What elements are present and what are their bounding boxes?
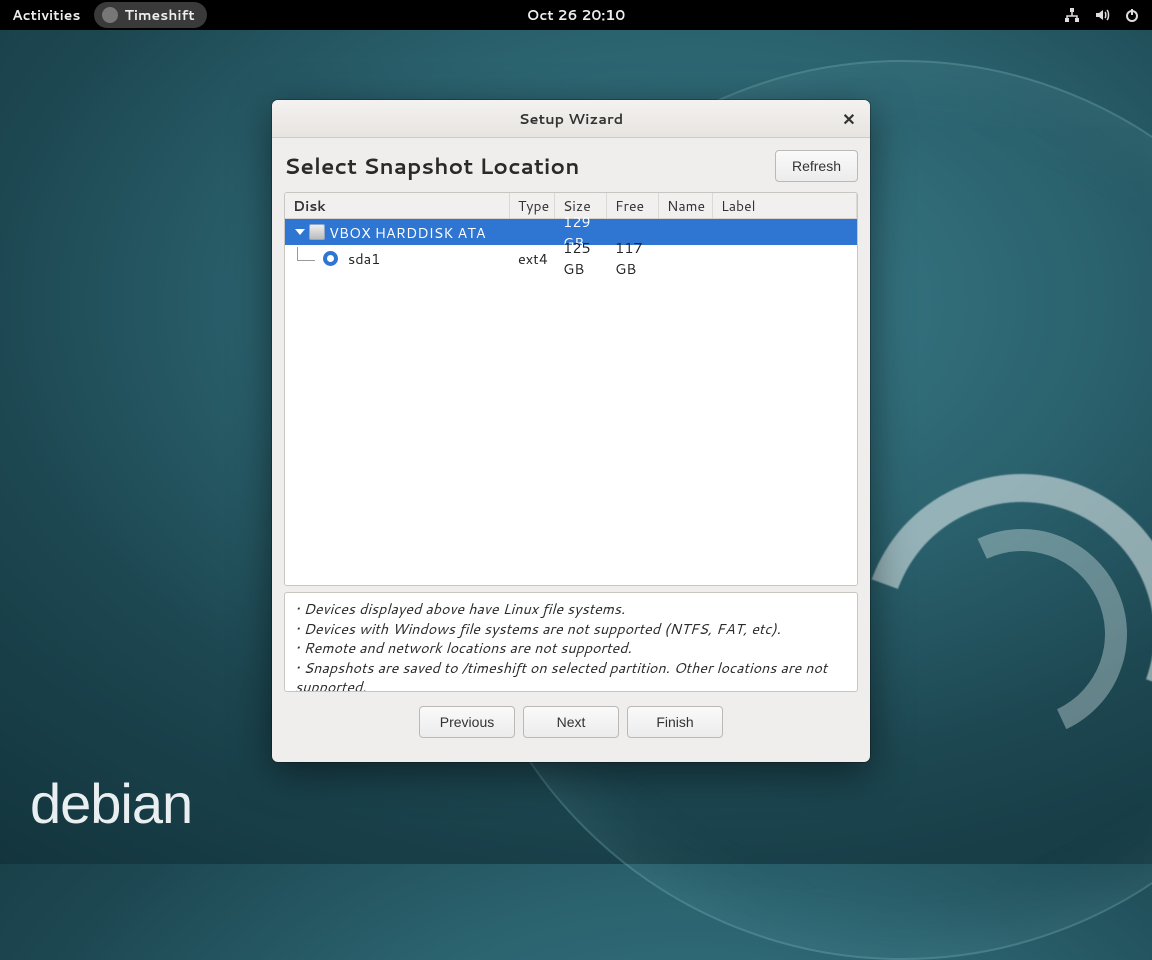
col-type[interactable]: Type bbox=[510, 193, 555, 218]
expand-icon bbox=[295, 229, 305, 235]
titlebar[interactable]: Setup Wizard ✕ bbox=[272, 100, 870, 138]
close-icon[interactable]: ✕ bbox=[838, 108, 860, 130]
previous-button[interactable]: Previous bbox=[419, 706, 515, 738]
finish-button[interactable]: Finish bbox=[627, 706, 723, 738]
refresh-button[interactable]: Refresh bbox=[775, 150, 858, 182]
col-free[interactable]: Free bbox=[607, 193, 659, 218]
volume-icon[interactable] bbox=[1094, 7, 1110, 23]
harddisk-icon bbox=[309, 224, 325, 240]
gnome-topbar: Activities Timeshift Oct 26 20:10 bbox=[0, 0, 1152, 30]
disk-tree: Disk Type Size Free Name Label VBOX HARD… bbox=[284, 192, 858, 586]
page-heading: Select Snapshot Location bbox=[284, 151, 765, 182]
partition-free: 117 GB bbox=[607, 237, 659, 279]
partition-size: 125 GB bbox=[555, 237, 607, 279]
app-menu-label: Timeshift bbox=[124, 5, 194, 25]
partition-type: ext4 bbox=[510, 248, 555, 269]
radio-selected-icon[interactable] bbox=[323, 251, 338, 266]
disk-name: VBOX HARDDISK ATA bbox=[329, 222, 486, 243]
partition-name: sda1 bbox=[348, 248, 380, 269]
partition-row-sda1[interactable]: sda1 ext4 125 GB 117 GB bbox=[285, 245, 857, 271]
col-disk[interactable]: Disk bbox=[285, 193, 510, 218]
note-line: • Devices with Windows file systems are … bbox=[295, 619, 847, 639]
notes-panel: • Devices displayed above have Linux fil… bbox=[284, 592, 858, 692]
col-label[interactable]: Label bbox=[713, 193, 857, 218]
activities-button[interactable]: Activities bbox=[12, 5, 80, 25]
network-icon[interactable] bbox=[1064, 7, 1080, 23]
note-line: • Snapshots are saved to /timeshift on s… bbox=[295, 658, 847, 692]
col-name[interactable]: Name bbox=[659, 193, 713, 218]
note-line: • Devices displayed above have Linux fil… bbox=[295, 599, 847, 619]
debian-swirl bbox=[862, 474, 1152, 794]
clock[interactable]: Oct 26 20:10 bbox=[527, 5, 626, 25]
next-button[interactable]: Next bbox=[523, 706, 619, 738]
power-icon[interactable] bbox=[1124, 7, 1140, 23]
app-menu[interactable]: Timeshift bbox=[94, 2, 206, 28]
debian-wordmark: debian bbox=[30, 771, 192, 836]
wizard-footer: Previous Next Finish bbox=[284, 692, 858, 740]
timeshift-icon bbox=[102, 7, 118, 23]
note-line: • Remote and network locations are not s… bbox=[295, 638, 847, 658]
window-title: Setup Wizard bbox=[519, 108, 624, 129]
setup-wizard-window: Setup Wizard ✕ Select Snapshot Location … bbox=[272, 100, 870, 762]
